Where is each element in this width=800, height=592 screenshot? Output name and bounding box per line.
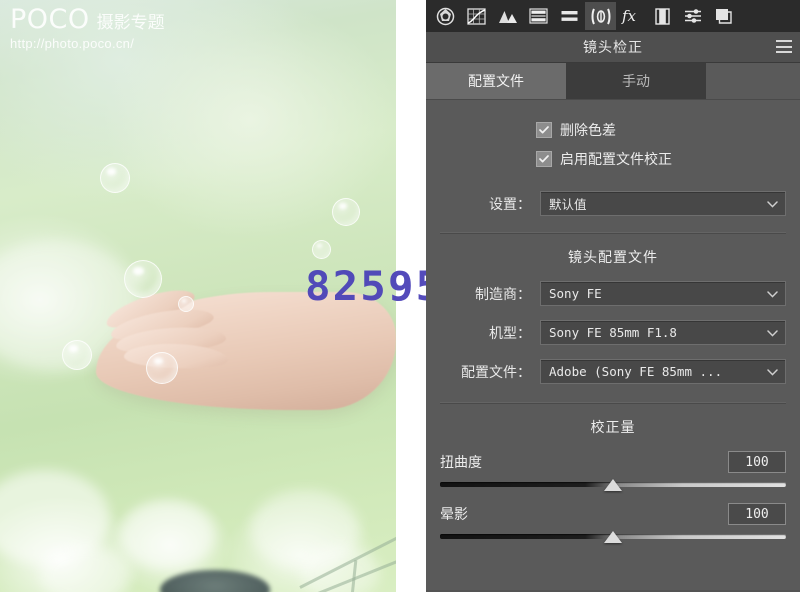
tab-manual-label: 手动 [622, 73, 650, 89]
slider-distortion-label: 扭曲度 [440, 454, 482, 470]
slider-vignetting: 晕影 100 [440, 503, 786, 543]
camera-raw-panel: fx 镜头检正 配置文件 手动 删除色差 启用配置文件校正 设置： 默认值 镜头… [426, 0, 800, 592]
profile-label: 配置文件： [461, 363, 531, 380]
make-row: 制造商： Sony FE [440, 281, 786, 306]
checkbox-label-enable-profile-correction: 启用配置文件校正 [560, 151, 672, 167]
settings-label: 设置： [489, 195, 531, 212]
soap-bubble [124, 260, 162, 298]
chevron-down-icon [767, 330, 778, 337]
bokeh-blob [120, 500, 215, 570]
panel-body: 删除色差 启用配置文件校正 设置： 默认值 镜头配置文件 制造商： Sony F… [426, 100, 800, 590]
separator [440, 232, 786, 234]
settings-value: 默认值 [549, 197, 587, 212]
model-value: Sony FE 85mm F1.8 [549, 325, 677, 340]
settings-dropdown[interactable]: 默认值 [540, 191, 786, 216]
tab-filler [706, 63, 800, 99]
panel-toolbar: fx [426, 0, 800, 32]
snapshots-icon[interactable] [709, 2, 740, 30]
slider-vignetting-track[interactable] [440, 531, 786, 543]
watermark-brand: POCO [10, 4, 90, 35]
slider-distortion-handle[interactable] [604, 479, 622, 491]
checkbox-label-remove-chromatic-aberration: 删除色差 [560, 122, 616, 138]
profile-value: Adobe (Sony FE 85mm ... [549, 364, 723, 379]
checkbox-enable-profile-correction[interactable] [536, 151, 552, 167]
make-dropdown[interactable]: Sony FE [540, 281, 786, 306]
basic-adjustments-icon[interactable] [430, 2, 461, 30]
checkbox-remove-chromatic-aberration[interactable] [536, 122, 552, 138]
soap-bubble [62, 340, 92, 370]
watermark: POCO 摄影专题 http://photo.poco.cn/ [10, 6, 165, 51]
hsl-grayscale-icon[interactable] [523, 2, 554, 30]
bokeh-blob [40, 545, 130, 592]
panel-titlebar: 镜头检正 [426, 32, 800, 63]
panel-title: 镜头检正 [583, 39, 643, 55]
watermark-subtitle: 摄影专题 [96, 13, 165, 32]
slider-distortion-value: 100 [745, 454, 769, 470]
tab-profile-label: 配置文件 [468, 73, 524, 89]
tone-curve-icon[interactable] [461, 2, 492, 30]
checkbox-row-remove-chromatic-aberration[interactable]: 删除色差 [536, 100, 786, 140]
hamburger-menu-icon[interactable] [776, 40, 792, 53]
soap-bubble [146, 352, 178, 384]
slider-distortion: 扭曲度 100 [440, 451, 786, 491]
chevron-down-icon [767, 291, 778, 298]
model-label: 机型： [489, 324, 531, 341]
model-row: 机型： Sony FE 85mm F1.8 [440, 320, 786, 345]
settings-row: 设置： 默认值 [440, 191, 786, 216]
checkbox-row-enable-profile-correction[interactable]: 启用配置文件校正 [536, 140, 786, 169]
slider-vignetting-label: 晕影 [440, 506, 468, 522]
camera-raw-screenshot: POCO 摄影专题 http://photo.poco.cn/ 825953 f… [0, 0, 800, 592]
svg-text:fx: fx [621, 7, 637, 25]
soap-bubble [332, 198, 360, 226]
make-label: 制造商： [475, 285, 531, 302]
soap-bubble [100, 163, 130, 193]
slider-vignetting-value-field[interactable]: 100 [728, 503, 786, 525]
lens-profile-section-title: 镜头配置文件 [568, 249, 658, 265]
chevron-down-icon [767, 201, 778, 208]
detail-icon[interactable] [492, 2, 523, 30]
tab-profile[interactable]: 配置文件 [426, 63, 566, 99]
profile-row: 配置文件： Adobe (Sony FE 85mm ... [440, 359, 786, 384]
blurred-foreground-object [160, 570, 270, 592]
make-value: Sony FE [549, 286, 602, 301]
separator [440, 402, 786, 404]
watermark-url: http://photo.poco.cn/ [10, 36, 135, 51]
slider-vignetting-value: 100 [745, 506, 769, 522]
soap-bubble [312, 240, 331, 259]
effects-fx-icon[interactable]: fx [616, 2, 647, 30]
model-dropdown[interactable]: Sony FE 85mm F1.8 [540, 320, 786, 345]
tab-manual[interactable]: 手动 [566, 63, 706, 99]
split-toning-icon[interactable] [554, 2, 585, 30]
camera-calibration-icon[interactable] [647, 2, 678, 30]
slider-distortion-track[interactable] [440, 479, 786, 491]
soap-bubble [178, 296, 194, 312]
chevron-down-icon [767, 369, 778, 376]
presets-icon[interactable] [678, 2, 709, 30]
correction-section-title: 校正量 [590, 419, 636, 435]
panel-tabs: 配置文件 手动 [426, 63, 800, 100]
lens-correction-icon[interactable] [585, 2, 616, 30]
profile-dropdown[interactable]: Adobe (Sony FE 85mm ... [540, 359, 786, 384]
slider-vignetting-handle[interactable] [604, 531, 622, 543]
slider-distortion-value-field[interactable]: 100 [728, 451, 786, 473]
